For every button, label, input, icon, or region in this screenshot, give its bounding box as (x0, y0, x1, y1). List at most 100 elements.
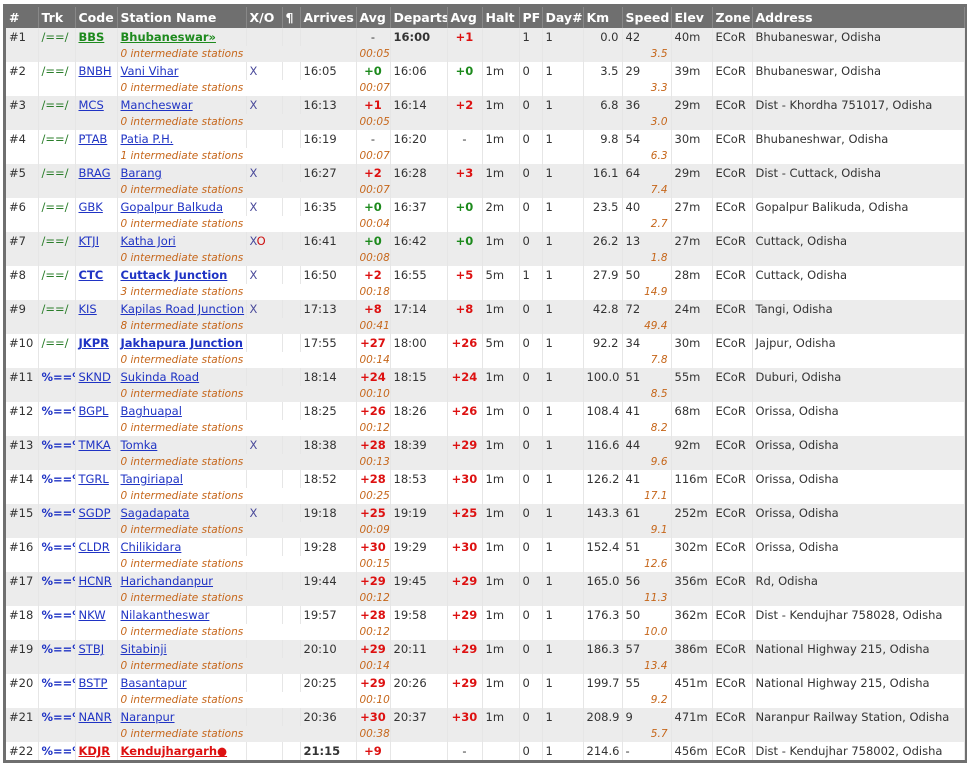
header-address[interactable]: Address (752, 7, 965, 28)
station-name-link[interactable]: Bhubaneswar» (121, 30, 216, 44)
row-number: #7 (6, 232, 39, 250)
arrival-time: 19:18 (300, 504, 357, 522)
station-name-link[interactable]: Vani Vihar (121, 64, 179, 78)
station-code-link[interactable]: NKW (79, 608, 106, 622)
station-row: #16%==%CLDRChilikidara19:28+3019:29+301m… (6, 538, 965, 556)
station-name-link[interactable]: Patia P.H. (121, 132, 174, 146)
header-dep-avg[interactable]: Avg (447, 7, 483, 28)
halt-duration: 1m (482, 504, 520, 522)
station-code-link[interactable]: BSTP (79, 676, 108, 690)
spacer (752, 624, 965, 640)
station-name-link[interactable]: Gopalpur Balkuda (121, 200, 224, 214)
intermediate-row: 0 intermediate stations 00:07 3.3 (6, 80, 965, 96)
station-code-link[interactable]: KDJR (79, 744, 111, 758)
day-number: 1 (542, 198, 584, 216)
station-name-link[interactable]: Kapilas Road Junction (121, 302, 245, 316)
station-name-link[interactable]: Basantapur (121, 676, 187, 690)
arrival-time: 17:13 (300, 300, 357, 318)
crossover-marker (246, 470, 283, 488)
spacer (6, 658, 39, 674)
elevation: 29m (671, 164, 713, 182)
station-name-link[interactable]: Cuttack Junction (121, 268, 228, 282)
station-code-link[interactable]: SGDP (79, 506, 111, 520)
intermediate-distance: 9.1 (622, 522, 672, 538)
header-xo[interactable]: X/O (246, 7, 283, 28)
station-name-link[interactable]: Barang (121, 166, 162, 180)
station-code-link[interactable]: BNBH (79, 64, 112, 78)
departure-time: 18:53 (390, 470, 448, 488)
spacer (38, 692, 76, 708)
header-code[interactable]: Code (75, 7, 118, 28)
halt-duration: 1m (482, 300, 520, 318)
station-code-link[interactable]: KTJI (79, 234, 99, 248)
header-num[interactable]: # (6, 7, 39, 28)
station-code-link[interactable]: GBK (79, 200, 103, 214)
station-name-link[interactable]: Baghuapal (121, 404, 182, 418)
station-code-link[interactable]: BRAG (79, 166, 111, 180)
departure-time: 20:26 (390, 674, 448, 692)
header-arr-avg[interactable]: Avg (356, 7, 391, 28)
spacer (6, 250, 39, 266)
intermediate-travel-time: 00:14 (356, 352, 391, 368)
station-code-link[interactable]: PTAB (79, 132, 108, 146)
header-day[interactable]: Day# (542, 7, 584, 28)
station-code-link[interactable]: SKND (79, 370, 111, 384)
header-elev[interactable]: Elev (671, 7, 713, 28)
spacer (542, 46, 584, 62)
header-km[interactable]: Km (583, 7, 623, 28)
station-code-link[interactable]: TGRL (79, 472, 109, 486)
halt-duration: 1m (482, 402, 520, 420)
station-code-link[interactable]: JKPR (79, 336, 109, 350)
station-code-cell: BNBH (75, 62, 118, 80)
station-name-link[interactable]: Tomka (121, 438, 158, 452)
header-halt[interactable]: Halt (482, 7, 520, 28)
station-name-link[interactable]: Tangiriapal (121, 472, 183, 486)
intermediate-distance: 11.3 (622, 590, 672, 606)
station-code-link[interactable]: NANR (79, 710, 112, 724)
station-name-link[interactable]: Nilakantheswar (121, 608, 210, 622)
station-code-link[interactable]: CTC (79, 268, 104, 282)
header-departs[interactable]: Departs (390, 7, 448, 28)
station-code-cell: BGPL (75, 402, 118, 420)
station-code-link[interactable]: KIS (79, 302, 97, 316)
intermediate-row: 0 intermediate stations 00:12 10.0 (6, 624, 965, 640)
station-name-link[interactable]: Mancheswar (121, 98, 193, 112)
station-name-link[interactable]: Kendujhargarh● (121, 744, 228, 758)
station-name-link[interactable]: Sukinda Road (121, 370, 200, 384)
station-code-link[interactable]: TMKA (79, 438, 111, 452)
header-speed[interactable]: Speed (622, 7, 672, 28)
header-pf[interactable]: PF (519, 7, 543, 28)
spacer (671, 624, 713, 640)
header-pilcrow[interactable]: ¶ (282, 7, 301, 28)
arrival-avg-delay: +24 (356, 368, 391, 386)
speed: 42 (622, 28, 672, 46)
header-trk[interactable]: Trk (38, 7, 76, 28)
intermediate-stations-text: 0 intermediate stations (117, 80, 357, 96)
header-station-name[interactable]: Station Name (117, 7, 247, 28)
spacer (75, 318, 118, 334)
station-code-cell: PTAB (75, 130, 118, 148)
station-name-link[interactable]: Sagadapata (121, 506, 190, 520)
station-name-link[interactable]: Sitabinji (121, 642, 167, 656)
address: National Highway 215, Odisha (752, 674, 965, 692)
station-name-link[interactable]: Katha Jori (121, 234, 176, 248)
departure-time: 16:14 (390, 96, 448, 114)
spacer (752, 46, 965, 62)
station-name-link[interactable]: Jakhapura Junction (121, 336, 244, 350)
header-zone[interactable]: Zone (712, 7, 753, 28)
station-code-link[interactable]: BBS (79, 30, 105, 44)
station-code-link[interactable]: CLDR (79, 540, 110, 554)
zone: ECoR (712, 130, 753, 148)
station-name-link[interactable]: Chilikidara (121, 540, 182, 554)
station-code-link[interactable]: HCNR (79, 574, 112, 588)
spacer (712, 386, 753, 402)
station-name-link[interactable]: Harichandanpur (121, 574, 214, 588)
track-type: %==% (38, 640, 76, 658)
station-code-link[interactable]: STBJ (79, 642, 105, 656)
station-code-link[interactable]: MCS (79, 98, 104, 112)
distance-km: 176.3 (583, 606, 623, 624)
intermediate-stations-text: 0 intermediate stations (117, 114, 357, 130)
station-name-link[interactable]: Naranpur (121, 710, 175, 724)
station-code-link[interactable]: BGPL (79, 404, 109, 418)
header-arrives[interactable]: Arrives (300, 7, 357, 28)
